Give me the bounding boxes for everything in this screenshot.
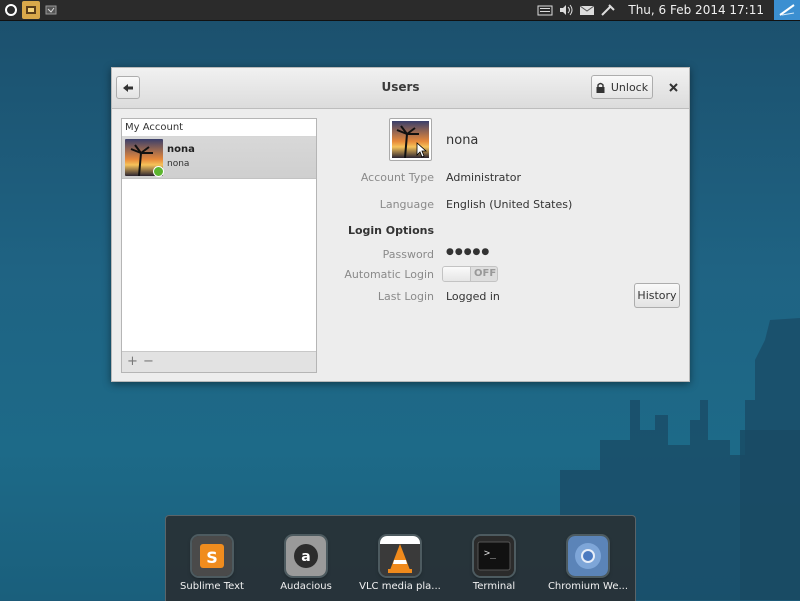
clock[interactable]: Thu, 6 Feb 2014 17:11 — [628, 3, 764, 17]
app-menu-icon[interactable] — [2, 1, 20, 19]
automatic-login-switch[interactable]: OFF — [442, 266, 498, 282]
last-login-label: Last Login — [377, 290, 434, 303]
top-panel: Thu, 6 Feb 2014 17:11 — [0, 0, 800, 21]
user-list-header: My Account — [122, 119, 316, 137]
account-type-value[interactable]: Administrator — [446, 171, 521, 184]
login-options-heading: Login Options — [347, 224, 434, 237]
mail-icon[interactable] — [578, 2, 596, 18]
user-list-toolbar: + − — [122, 351, 316, 372]
network-icon[interactable] — [599, 2, 617, 18]
dock-item-chromium[interactable]: Chromium We... — [542, 518, 634, 598]
svg-text:S: S — [206, 548, 218, 567]
user-display-name: nona — [167, 144, 195, 155]
taskbar-users-icon[interactable] — [22, 1, 40, 19]
user-name[interactable]: nona — [446, 133, 478, 148]
show-desktop-icon[interactable] — [774, 0, 800, 20]
language-label: Language — [379, 198, 434, 211]
user-login-name: nona — [167, 159, 190, 169]
dock-item-vlc[interactable]: VLC media pla... — [354, 518, 446, 598]
history-button[interactable]: History — [634, 283, 680, 308]
close-button[interactable] — [664, 78, 682, 96]
dock-item-terminal[interactable]: >_ Terminal — [448, 518, 540, 598]
last-login-value: Logged in — [446, 290, 500, 303]
taskbar-window-icon[interactable] — [42, 1, 60, 19]
password-label: Password — [382, 248, 434, 261]
vlc-icon — [380, 536, 420, 576]
online-status-icon — [153, 166, 164, 177]
add-user-button[interactable]: + — [127, 354, 138, 369]
dock-item-label: Chromium We... — [547, 581, 629, 592]
users-window: Users Unlock My Account nona nona + − no… — [111, 67, 690, 382]
avatar — [392, 121, 429, 158]
svg-text:>_: >_ — [484, 548, 497, 559]
dock-item-label: Sublime Text — [180, 581, 244, 592]
unlock-button[interactable]: Unlock — [591, 75, 653, 99]
user-list: My Account nona nona + − — [121, 118, 317, 373]
dock-item-label: Audacious — [280, 581, 332, 592]
dock-item-label: Terminal — [472, 581, 516, 592]
audacious-icon: a — [286, 536, 326, 576]
remove-user-button[interactable]: − — [143, 354, 154, 369]
volume-icon[interactable] — [557, 2, 575, 18]
dock: S Sublime Text a Audacious VLC media pla… — [165, 515, 636, 601]
chromium-icon — [568, 536, 608, 576]
titlebar: Users Unlock — [112, 68, 689, 109]
dock-item-label: VLC media pla... — [359, 581, 441, 592]
unlock-label: Unlock — [610, 80, 649, 94]
user-avatar-button[interactable] — [389, 118, 432, 161]
language-value[interactable]: English (United States) — [446, 198, 572, 211]
keyboard-icon[interactable] — [536, 2, 554, 18]
dock-item-sublime-text[interactable]: S Sublime Text — [166, 518, 258, 598]
close-icon — [668, 82, 678, 92]
automatic-login-label: Automatic Login — [344, 268, 434, 281]
sublime-text-icon: S — [192, 536, 232, 576]
lock-icon — [596, 82, 605, 93]
password-value[interactable]: ●●●●● — [446, 247, 490, 257]
account-type-label: Account Type — [360, 171, 434, 184]
svg-text:a: a — [301, 549, 310, 565]
dock-item-audacious[interactable]: a Audacious — [260, 518, 352, 598]
switch-state: OFF — [474, 268, 497, 279]
terminal-icon: >_ — [474, 536, 514, 576]
switch-knob — [443, 267, 471, 281]
